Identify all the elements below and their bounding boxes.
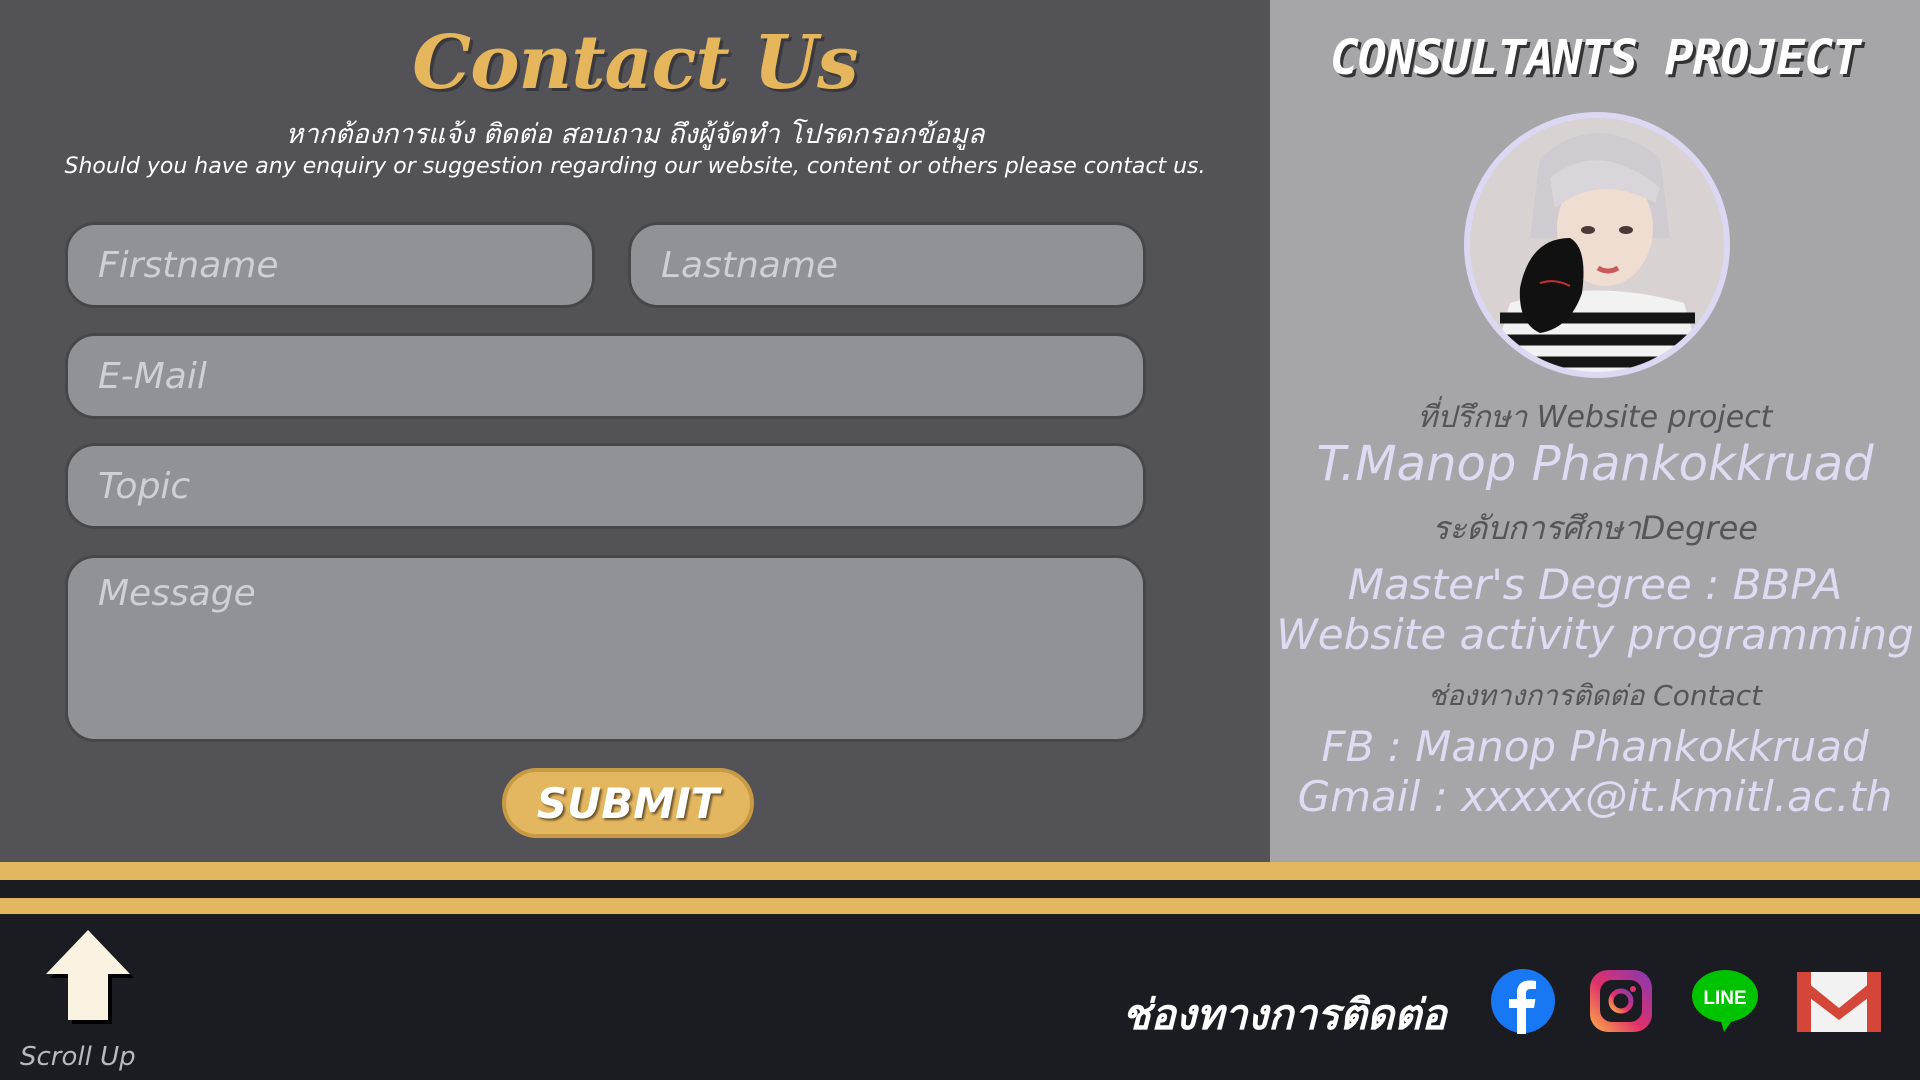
- firstname-field[interactable]: [65, 222, 595, 308]
- facebook-icon: [1491, 969, 1555, 1034]
- contact-channel-label: ช่องทางการติดต่อ Contact: [1427, 679, 1763, 712]
- advisor-name: T.Manop Phankokkruad: [1316, 436, 1874, 492]
- consultant-title: CONSULTANTS PROJECT: [1329, 30, 1861, 86]
- contact-subtitle-thai: หากต้องการแจ้ง ติดต่อ สอบถาม ถึงผู้จัดทำ…: [285, 119, 985, 150]
- gmail-link[interactable]: [1795, 968, 1883, 1034]
- contact-title: Contact Us: [412, 20, 858, 106]
- gold-stripe-top: [0, 862, 1920, 880]
- degree-label: ระดับการศึกษาDegree: [1432, 509, 1758, 547]
- gold-stripe-bottom: [0, 898, 1920, 914]
- footer: Scroll Up ช่องทางการติดต่อ LINE: [0, 914, 1920, 1080]
- consultant-panel: CONSULTANTS PROJECT ที่ปรึกษา Website pr…: [1270, 0, 1920, 862]
- avatar: [1464, 112, 1730, 378]
- gmail-contact: Gmail : xxxxx@it.kmitl.ac.th: [1297, 772, 1893, 821]
- avatar-photo: [1470, 118, 1724, 372]
- contact-subtitle-english: Should you have any enquiry or suggestio…: [64, 154, 1206, 179]
- advisor-role: ที่ปรึกษา Website project: [1417, 400, 1773, 435]
- line-link[interactable]: LINE: [1690, 968, 1760, 1034]
- arrow-up-icon: [46, 930, 134, 1024]
- submit-button[interactable]: SUBMIT: [502, 768, 754, 838]
- gmail-icon: [1797, 972, 1881, 1032]
- contact-panel: Contact Us หากต้องการแจ้ง ติดต่อ สอบถาม …: [0, 0, 1270, 862]
- degree-value: Master's Degree : BBPA: [1347, 560, 1843, 609]
- scroll-up-button[interactable]: [38, 924, 138, 1024]
- message-field[interactable]: [65, 555, 1146, 742]
- email-field[interactable]: [65, 333, 1146, 419]
- topic-field[interactable]: [65, 443, 1146, 529]
- line-icon-text: LINE: [1703, 988, 1746, 1009]
- lastname-field[interactable]: [628, 222, 1146, 308]
- program-value: Website activity programming: [1276, 610, 1914, 659]
- dark-stripe: [0, 880, 1920, 898]
- instagram-link[interactable]: [1588, 968, 1654, 1034]
- scroll-up-label: Scroll Up: [20, 1042, 136, 1072]
- footer-contact-label: ช่องทางการติดต่อ: [1122, 990, 1447, 1039]
- facebook-contact: FB : Manop Phankokkruad: [1321, 722, 1869, 771]
- instagram-icon: [1590, 970, 1652, 1032]
- facebook-link[interactable]: [1490, 968, 1556, 1034]
- line-icon: LINE: [1692, 970, 1758, 1032]
